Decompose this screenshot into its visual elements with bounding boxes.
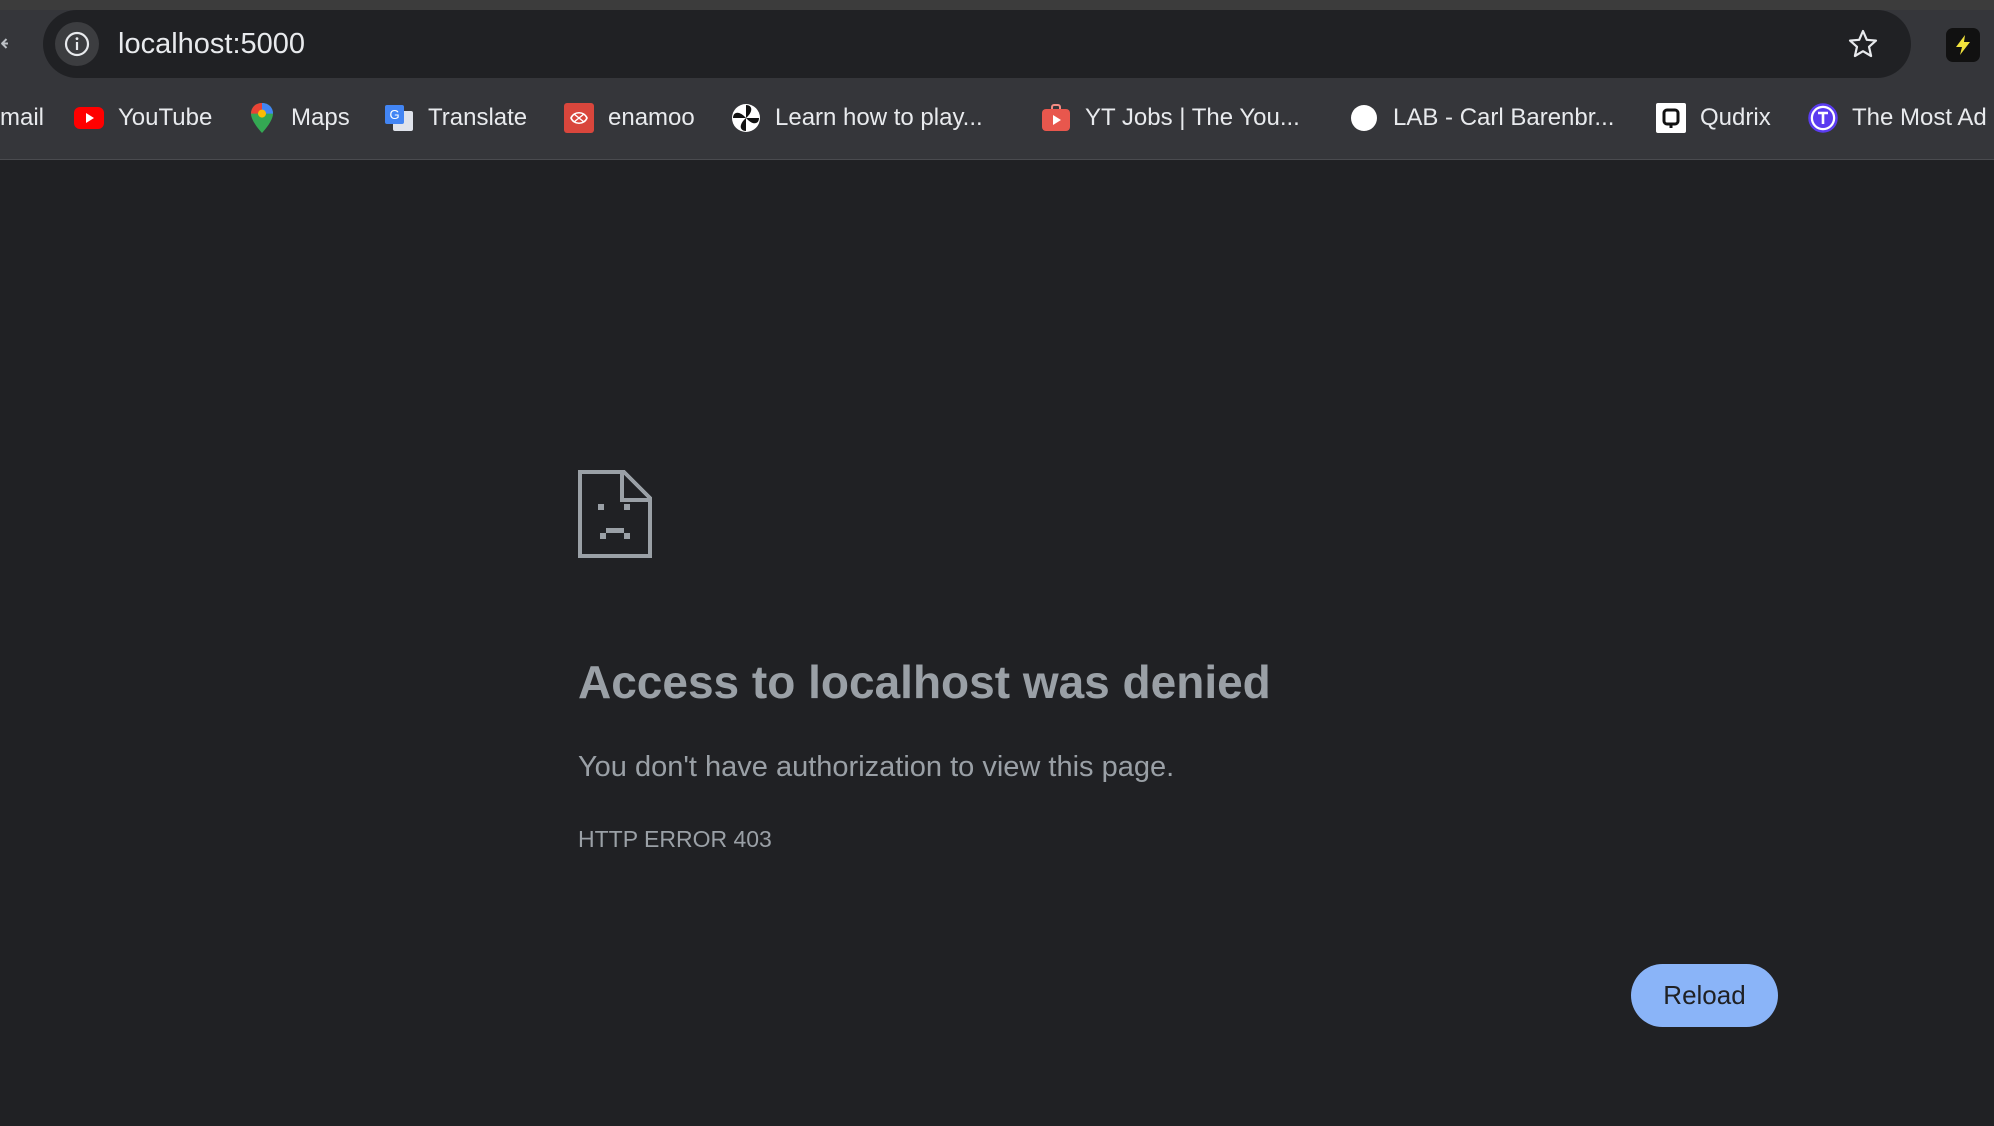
bookmark-the-most-ad[interactable]: The Most Ad (1808, 96, 1987, 140)
bookmark-learn-how-to-play[interactable]: Learn how to play... (731, 96, 983, 140)
enamoo-icon (564, 103, 594, 133)
bookmark-maps[interactable]: Maps (247, 96, 350, 140)
tab-strip (0, 0, 1994, 10)
t-circle-icon (1808, 103, 1838, 133)
bookmark-enamoo[interactable]: enamoo (564, 96, 695, 140)
bookmark-lab-carl[interactable]: LAB - Carl Barenbr... (1349, 96, 1614, 140)
bookmarks-bar: mail YouTube Maps G Translate enamoo Lea… (0, 96, 1994, 140)
site-info-icon[interactable] (55, 22, 99, 66)
yt-jobs-icon (1041, 103, 1071, 133)
translate-icon: G (384, 103, 414, 133)
youtube-icon (74, 103, 104, 133)
bookmark-yt-jobs[interactable]: YT Jobs | The You... (1041, 96, 1300, 140)
browser-toolbar: ⇠ localhost:5000 mail YouTu (0, 0, 1994, 160)
address-bar[interactable]: localhost:5000 (43, 10, 1911, 78)
lightning-extension-icon[interactable] (1946, 28, 1980, 62)
back-arrow-icon[interactable]: ⇠ (0, 30, 8, 58)
bookmark-translate[interactable]: G Translate (384, 96, 527, 140)
bookmark-qudrix[interactable]: Qudrix (1656, 96, 1771, 140)
bookmark-gmail[interactable]: mail (0, 96, 44, 140)
reload-button[interactable]: Reload (1631, 964, 1778, 1027)
error-title: Access to localhost was denied (578, 656, 1271, 708)
bookmark-youtube[interactable]: YouTube (74, 96, 212, 140)
error-code: HTTP ERROR 403 (578, 826, 772, 852)
maps-pin-icon (247, 103, 277, 133)
pinwheel-icon (731, 103, 761, 133)
svg-text:G: G (389, 107, 399, 122)
white-circle-icon (1349, 103, 1379, 133)
qudrix-icon (1656, 103, 1686, 133)
bookmark-star-icon[interactable] (1843, 24, 1883, 64)
url-text[interactable]: localhost:5000 (118, 10, 305, 78)
sad-page-icon (578, 470, 652, 558)
error-message: You don't have authorization to view thi… (578, 751, 1175, 783)
